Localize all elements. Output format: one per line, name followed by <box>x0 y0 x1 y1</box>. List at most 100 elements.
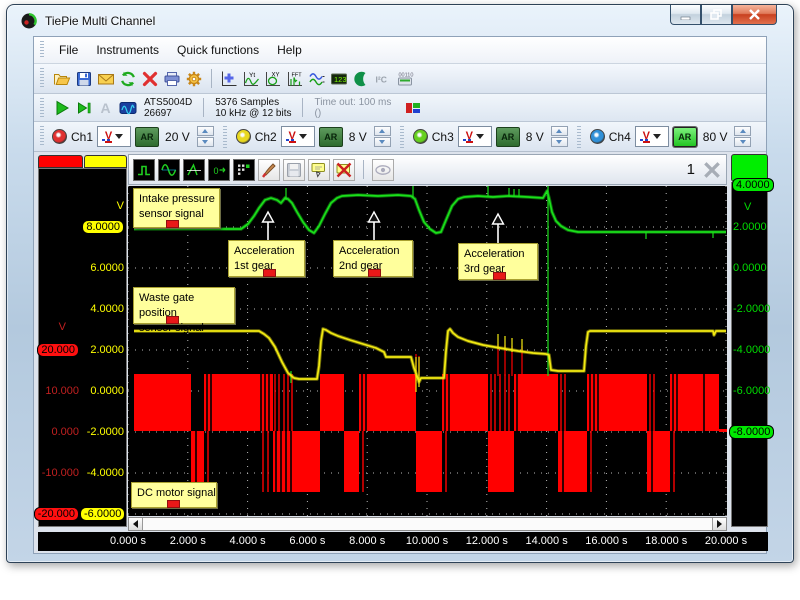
graph-table-mode-button[interactable] <box>233 159 255 181</box>
channel-ch3-coupling-dropdown[interactable]: V <box>458 126 492 147</box>
open-button[interactable] <box>52 69 72 89</box>
print-button[interactable] <box>162 69 182 89</box>
channel-ch2-autorange-button[interactable]: AR <box>319 127 343 147</box>
plot-area[interactable] <box>128 186 727 516</box>
annotation-marker[interactable] <box>167 500 180 508</box>
annotation-waste-gate[interactable]: Waste gate positionsensor signal <box>133 287 235 324</box>
step-up-button[interactable] <box>734 126 751 136</box>
meter-button[interactable]: 123 <box>329 69 349 89</box>
channel-ch4-range-stepper[interactable] <box>734 126 751 147</box>
menu-item-file[interactable]: File <box>50 40 87 60</box>
add-graph-button[interactable] <box>219 69 239 89</box>
minimize-button[interactable] <box>670 5 701 25</box>
yellow-axis-header[interactable] <box>84 155 127 168</box>
annotation-marker[interactable] <box>166 316 179 324</box>
step-down-button[interactable] <box>374 137 391 147</box>
annotation-intake[interactable]: Intake pressuresensor signal <box>133 188 220 228</box>
step-down-button[interactable] <box>197 137 214 147</box>
annotation-accel-1st[interactable]: Acceleration1st gear <box>228 240 305 277</box>
annotation-text: sensor signal <box>139 321 234 336</box>
menu-item-quick-functions[interactable]: Quick functions <box>168 40 268 60</box>
step-down-button[interactable] <box>734 137 751 147</box>
axis-limit-badge: 4.0000 <box>732 178 774 192</box>
add-label-button[interactable] <box>308 159 330 181</box>
menubar-grip <box>40 41 44 59</box>
channel-ch1-autorange-button[interactable]: AR <box>135 127 159 147</box>
multichannel-icon <box>403 98 423 118</box>
menu-item-instruments[interactable]: Instruments <box>87 40 168 60</box>
scroll-left-button[interactable] <box>129 518 143 530</box>
yt-graph-button[interactable]: Yt <box>241 69 261 89</box>
channel-group-ch1: Ch1VAR20 V <box>52 126 214 147</box>
axis-limit-badge: -6.0000 <box>80 507 125 521</box>
channel-ch1-coupling-dropdown[interactable]: V <box>97 126 131 147</box>
channel-ch4-autorange-button[interactable]: AR <box>673 127 697 147</box>
graph-stream-mode-button[interactable] <box>133 159 155 181</box>
annotation-marker[interactable] <box>368 269 381 277</box>
green-axis-min: -8.0000 <box>729 425 779 439</box>
email-button[interactable] <box>96 69 116 89</box>
save-button[interactable] <box>74 69 94 89</box>
crescent-button[interactable] <box>351 69 371 89</box>
red-axis-header[interactable] <box>38 155 83 168</box>
red-axis-tick: -10.000 <box>35 467 79 479</box>
annotation-marker[interactable] <box>166 220 179 228</box>
channel-ch2-coupling-dropdown[interactable]: V <box>281 126 315 147</box>
channel-separator <box>577 126 581 148</box>
horizontal-scrollbar[interactable] <box>128 517 727 531</box>
delete-label-button[interactable] <box>333 159 355 181</box>
separator <box>203 98 204 117</box>
annotation-accel-3rd[interactable]: Acceleration3rd gear <box>458 243 538 280</box>
delete-button[interactable] <box>140 69 160 89</box>
refresh-button[interactable] <box>118 69 138 89</box>
fft-graph-button[interactable]: FFT <box>285 69 305 89</box>
channel-ch3-autorange-button[interactable]: AR <box>496 127 520 147</box>
i2c-button[interactable]: I²C <box>373 69 393 89</box>
channel-label: Ch2 <box>255 130 277 144</box>
annotation-marker[interactable] <box>263 269 276 277</box>
graph-envelope-mode-button[interactable] <box>183 159 205 181</box>
scroll-right-button[interactable] <box>712 518 726 530</box>
close-button[interactable] <box>732 5 777 25</box>
autosetup-button-disabled: A <box>96 98 116 118</box>
menu-item-help[interactable]: Help <box>268 40 311 60</box>
step-down-button[interactable] <box>551 137 568 147</box>
graph-zero-mode-button[interactable]: 0 <box>208 159 230 181</box>
main-toolbar: YtXYFFT 123 I²C00110 <box>34 64 766 94</box>
toolbar-separator <box>211 69 212 88</box>
channel-ch2-range-stepper[interactable] <box>374 126 391 147</box>
xy-graph-button[interactable]: XY <box>263 69 283 89</box>
annotation-dc-motor[interactable]: DC motor signal <box>131 482 217 508</box>
restore-button[interactable] <box>701 5 732 25</box>
step-up-button[interactable] <box>374 126 391 136</box>
svg-text:0: 0 <box>214 166 219 176</box>
graph-paint-button[interactable] <box>258 159 280 181</box>
one-shot-button[interactable] <box>74 98 94 118</box>
channel-led-ch1 <box>52 129 67 144</box>
screen: TiePie Multi Channel FileInstrumentsQuic… <box>0 0 800 600</box>
waveform-compare-button[interactable] <box>307 69 327 89</box>
yellow-axis-tick: 4.0000 <box>80 303 124 315</box>
svg-text:123: 123 <box>334 75 347 84</box>
step-up-button[interactable] <box>551 126 568 136</box>
channel-ch4-coupling-dropdown[interactable]: V <box>635 126 669 147</box>
chevron-down-icon <box>653 134 661 139</box>
channel-ch3-range-stepper[interactable] <box>551 126 568 147</box>
titlebar[interactable]: TiePie Multi Channel <box>7 5 793 36</box>
yellow-axis-tick: -2.0000 <box>80 426 124 438</box>
green-axis-tick: -6.0000 <box>733 385 779 397</box>
timeout-info: Time out: 100 ms () <box>314 97 391 119</box>
start-measurement-button[interactable] <box>52 98 72 118</box>
channel-bar: Ch1VAR20 VCh2VAR8 VCh3VAR8 VCh4VAR80 V <box>34 122 766 152</box>
channel-led-ch2 <box>236 129 251 144</box>
app-icon <box>19 11 39 31</box>
graph-signal-mode-button[interactable] <box>158 159 180 181</box>
channel-ch1-range-stepper[interactable] <box>197 126 214 147</box>
channel-separator <box>223 126 227 148</box>
annotation-accel-2nd[interactable]: Acceleration2nd gear <box>333 240 413 277</box>
annotation-marker[interactable] <box>493 272 506 280</box>
step-up-button[interactable] <box>197 126 214 136</box>
graph-close-button[interactable] <box>702 160 722 180</box>
protocol-button[interactable]: 00110 <box>395 69 415 89</box>
settings-button[interactable] <box>184 69 204 89</box>
